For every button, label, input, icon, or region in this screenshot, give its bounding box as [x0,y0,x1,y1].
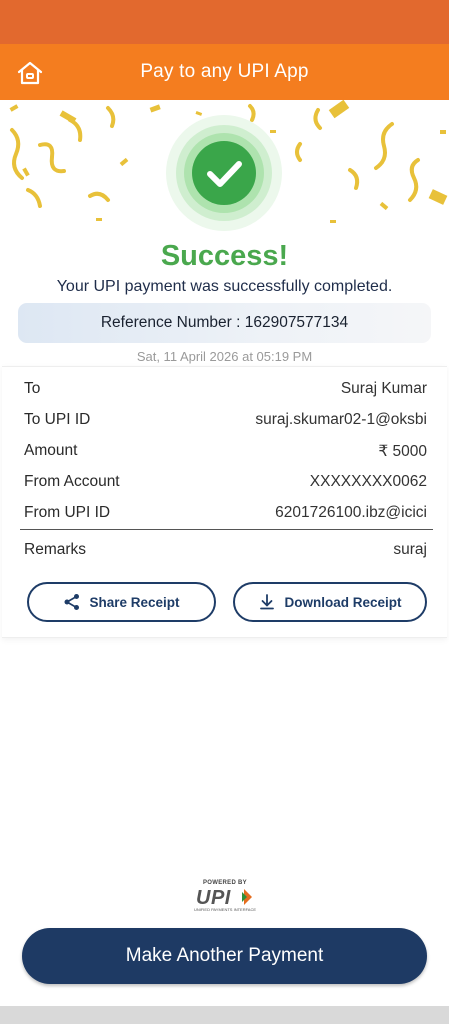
detail-row-to: To Suraj Kumar [24,380,427,398]
detail-row-remarks: Remarks suraj [24,541,427,559]
detail-row-amount: Amount ₹ 5000 [24,442,427,461]
download-icon [260,594,275,610]
detail-row-from-upi-id: From UPI ID 6201726100.ibz@icici [24,504,427,522]
detail-label: Amount [24,442,78,459]
status-bar [0,0,449,44]
app-header: Pay to any UPI App [0,44,449,100]
page-title: Pay to any UPI App [140,61,309,82]
details-divider [20,529,433,530]
success-message: Your UPI payment was successfully comple… [56,278,393,295]
home-button[interactable] [16,60,44,86]
reference-number: Reference Number : 162907577134 [18,303,431,343]
detail-value: ₹ 5000 [378,443,427,460]
transaction-details-card: To Suraj Kumar To UPI ID suraj.skumar02-… [2,366,447,638]
detail-label: To UPI ID [24,411,91,428]
detail-value: Suraj Kumar [340,380,427,397]
share-receipt-label: Share Receipt [89,594,180,610]
detail-row-to-upi-id: To UPI ID suraj.skumar02-1@oksbi [24,411,427,429]
success-title: Success! [160,240,289,272]
home-icon [17,61,43,85]
share-receipt-button[interactable]: Share Receipt [27,582,216,622]
detail-label: From UPI ID [24,504,111,521]
detail-row-from-account: From Account XXXXXXXX0062 [24,473,427,491]
detail-label: To [24,380,41,397]
upi-arrow-icon [242,889,252,905]
detail-value: suraj [393,541,427,558]
make-another-payment-button[interactable]: Make Another Payment [22,928,427,984]
download-receipt-label: Download Receipt [284,594,402,610]
detail-value: 6201726100.ibz@icici [275,504,427,521]
download-receipt-button[interactable]: Download Receipt [233,582,427,622]
upi-logo: POWERED BY UPI UNIFIED PAYMENTS INTERFAC… [193,880,257,912]
transaction-timestamp: Sat, 11 April 2026 at 05:19 PM [136,349,313,364]
success-badge [166,115,282,231]
detail-value: XXXXXXXX0062 [309,473,427,490]
detail-label: From Account [24,473,120,490]
share-icon [64,594,80,610]
detail-label: Remarks [24,541,87,558]
make-another-payment-label: Make Another Payment [125,945,324,966]
detail-value: suraj.skumar02-1@oksbi [255,411,427,428]
system-nav-bar [0,1006,449,1024]
